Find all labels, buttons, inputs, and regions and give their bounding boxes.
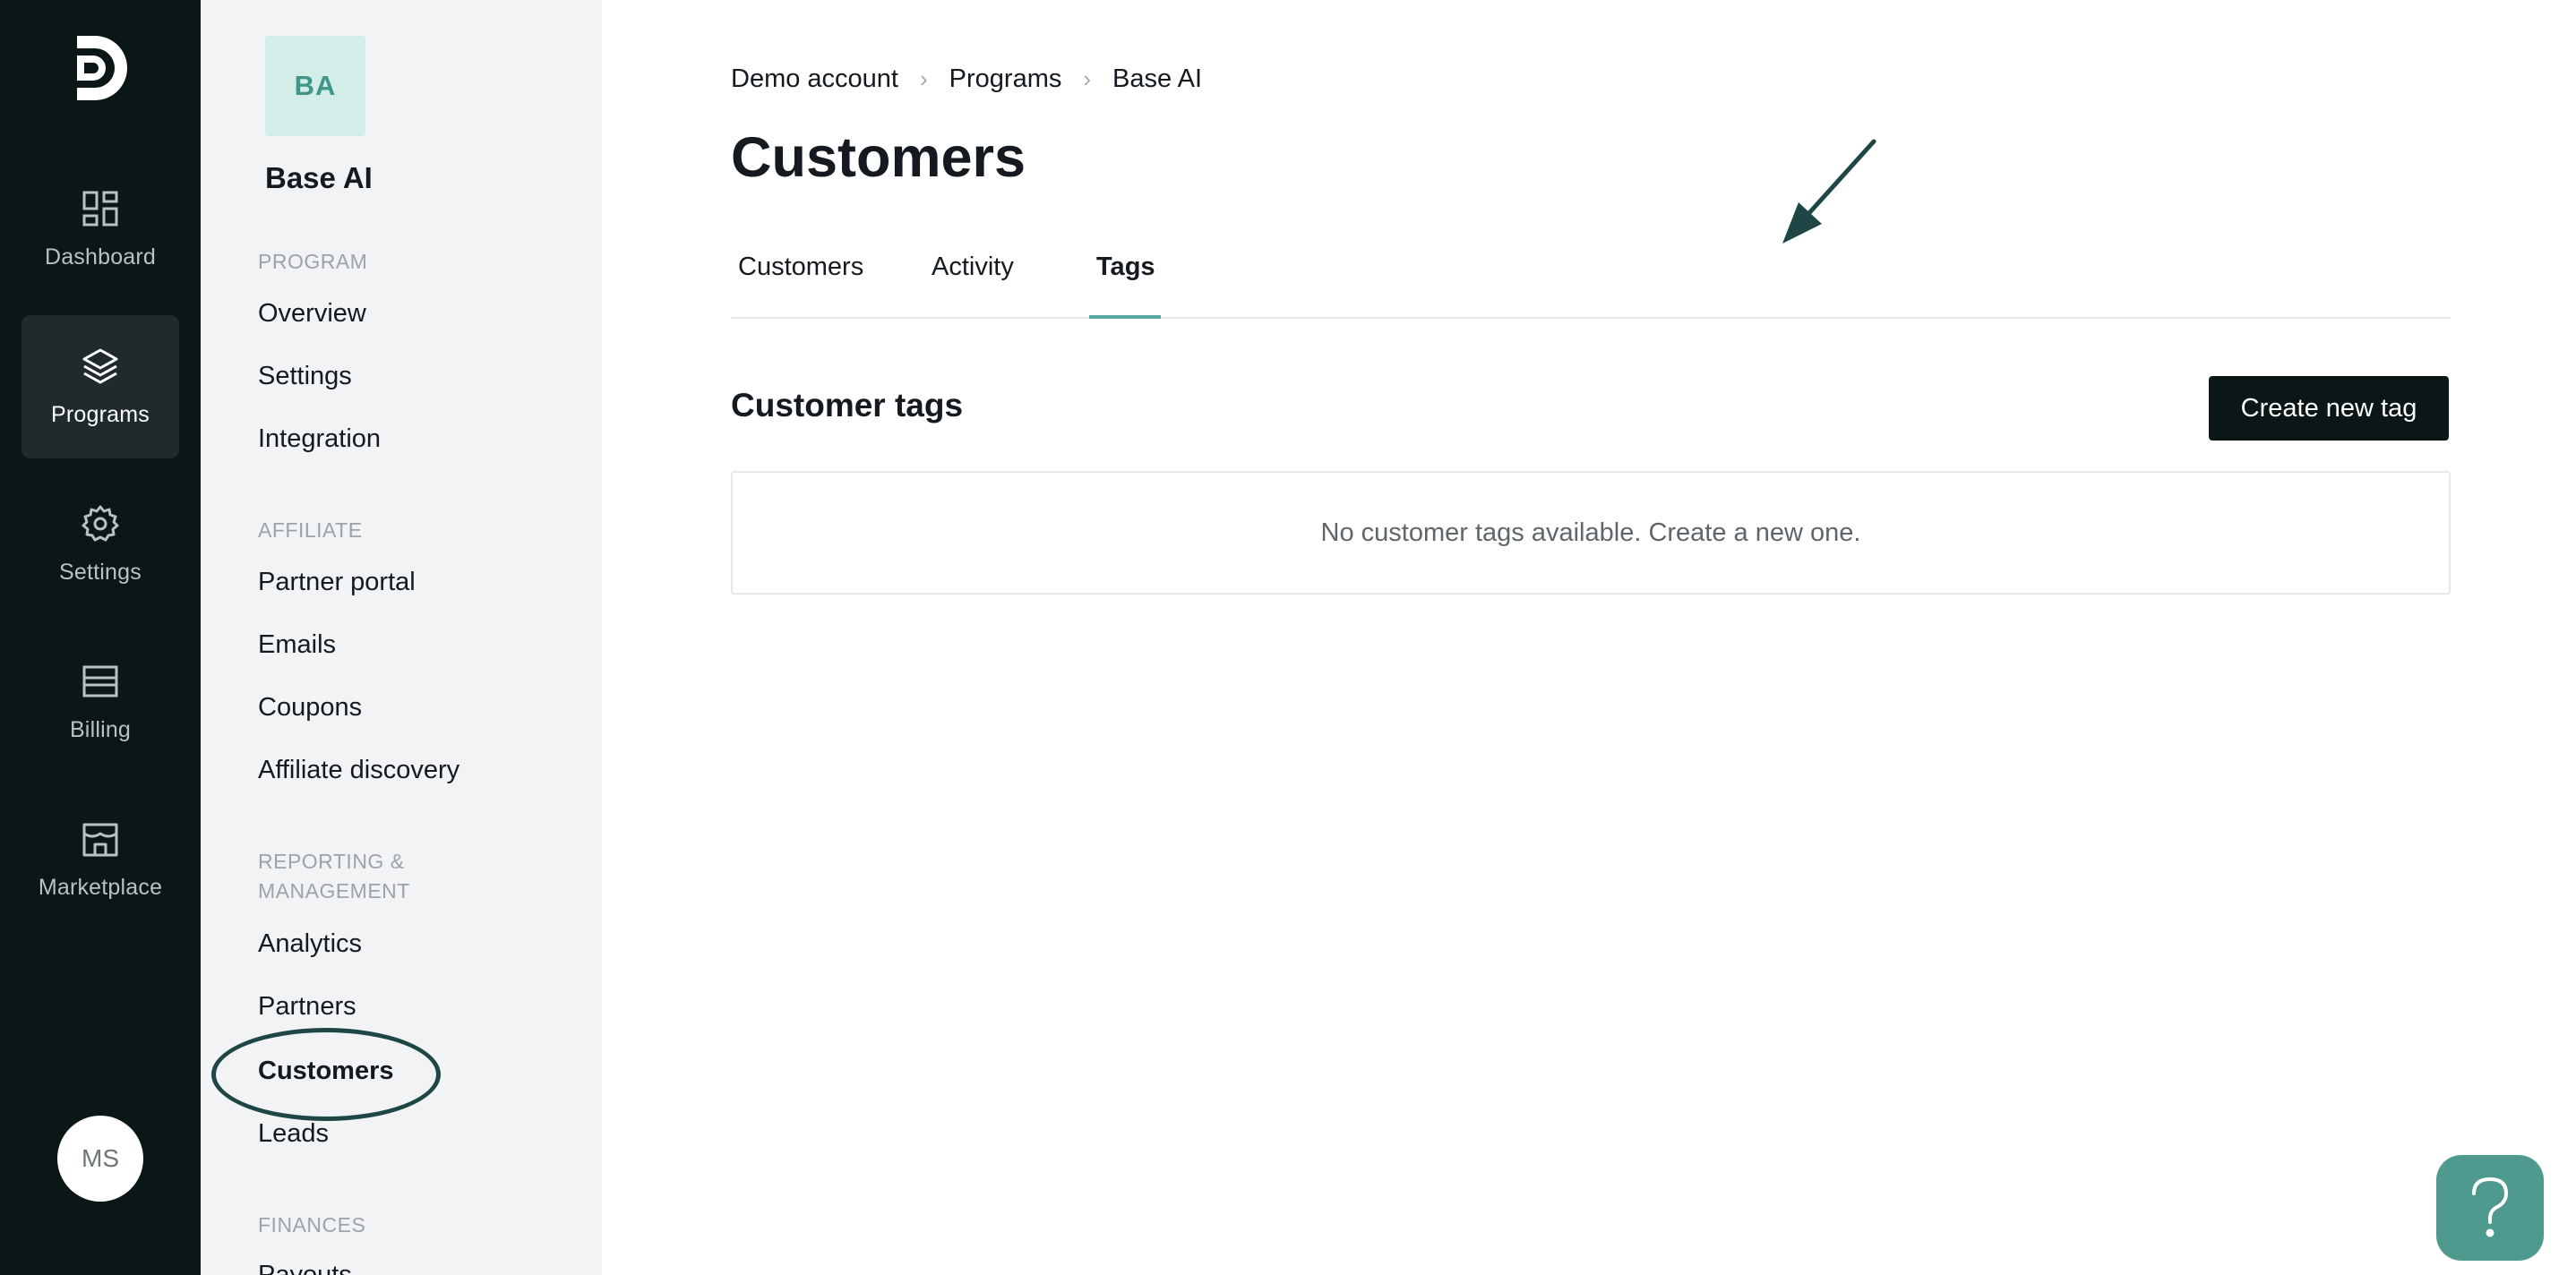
rail-item-programs[interactable]: Programs bbox=[21, 315, 179, 458]
sidebar-item-overview[interactable]: Overview bbox=[258, 299, 366, 329]
empty-state: No customer tags available. Create a new… bbox=[731, 471, 2451, 595]
rail-item-dashboard[interactable]: Dashboard bbox=[21, 158, 179, 301]
program-name: Base AI bbox=[265, 161, 373, 194]
tab-tags[interactable]: Tags bbox=[1096, 252, 1155, 319]
breadcrumb-base-ai[interactable]: Base AI bbox=[1112, 64, 1202, 94]
rail-item-label: Billing bbox=[69, 716, 132, 742]
user-avatar[interactable]: MS bbox=[57, 1116, 143, 1202]
layers-icon bbox=[82, 348, 118, 383]
create-new-tag-button[interactable]: Create new tag bbox=[2209, 376, 2449, 441]
sidebar-item-partner-portal[interactable]: Partner portal bbox=[258, 568, 416, 597]
brand-logo-icon[interactable] bbox=[72, 32, 129, 104]
sidebar-item-payouts[interactable]: Payouts bbox=[258, 1261, 352, 1275]
section-heading-finances: FINANCES bbox=[258, 1213, 366, 1236]
rail-item-billing[interactable]: Billing bbox=[21, 630, 179, 774]
active-tab-indicator bbox=[1089, 315, 1161, 319]
rail-item-label: Dashboard bbox=[44, 244, 157, 270]
sidebar-item-customers[interactable]: Customers bbox=[258, 1057, 394, 1086]
main-content: Demo account › Programs › Base AI Custom… bbox=[602, 0, 2576, 1275]
sidebar-item-leads[interactable]: Leads bbox=[258, 1119, 329, 1149]
billing-icon bbox=[82, 665, 118, 697]
rail-item-label: Marketplace bbox=[38, 874, 163, 900]
store-icon bbox=[82, 823, 118, 856]
tab-customers[interactable]: Customers bbox=[738, 252, 863, 319]
breadcrumb: Demo account › Programs › Base AI bbox=[731, 64, 1202, 94]
section-heading-affiliate: AFFILIATE bbox=[258, 518, 363, 542]
chevron-right-icon: › bbox=[920, 65, 928, 92]
question-icon bbox=[2472, 1177, 2509, 1237]
sidebar-item-affiliate-discovery[interactable]: Affiliate discovery bbox=[258, 756, 459, 785]
customer-tags-heading: Customer tags bbox=[731, 387, 964, 424]
breadcrumb-demo-account[interactable]: Demo account bbox=[731, 64, 898, 94]
dashboard-icon bbox=[82, 191, 118, 226]
program-badge: BA bbox=[265, 36, 365, 136]
gear-icon bbox=[82, 505, 119, 541]
section-heading-reporting: REPORTING & MANAGEMENT bbox=[258, 850, 410, 903]
help-button[interactable] bbox=[2436, 1155, 2544, 1261]
sidebar-item-integration[interactable]: Integration bbox=[258, 424, 381, 454]
sidebar-item-settings[interactable]: Settings bbox=[258, 362, 352, 391]
primary-rail: Dashboard Programs Settings Billing Mark… bbox=[0, 0, 201, 1275]
annotation-arrow-icon bbox=[1782, 139, 1876, 244]
chevron-right-icon: › bbox=[1083, 65, 1092, 92]
rail-item-label: Settings bbox=[59, 559, 142, 585]
sidebar-item-coupons[interactable]: Coupons bbox=[258, 693, 362, 723]
tab-bar: Customers Activity Tags bbox=[731, 252, 2451, 319]
rail-item-marketplace[interactable]: Marketplace bbox=[21, 788, 179, 931]
sidebar-item-partners[interactable]: Partners bbox=[258, 992, 356, 1022]
section-heading-program: PROGRAM bbox=[258, 250, 368, 273]
rail-item-label: Programs bbox=[51, 401, 150, 427]
breadcrumb-programs[interactable]: Programs bbox=[949, 64, 1062, 94]
rail-item-settings[interactable]: Settings bbox=[21, 473, 179, 616]
program-sidebar: BA Base AI PROGRAM Overview Settings Int… bbox=[201, 0, 602, 1275]
tab-activity[interactable]: Activity bbox=[932, 252, 1014, 319]
sidebar-item-emails[interactable]: Emails bbox=[258, 630, 336, 660]
empty-state-message: No customer tags available. Create a new… bbox=[1320, 518, 1861, 547]
page-title: Customers bbox=[731, 126, 1026, 189]
sidebar-item-analytics[interactable]: Analytics bbox=[258, 929, 362, 959]
